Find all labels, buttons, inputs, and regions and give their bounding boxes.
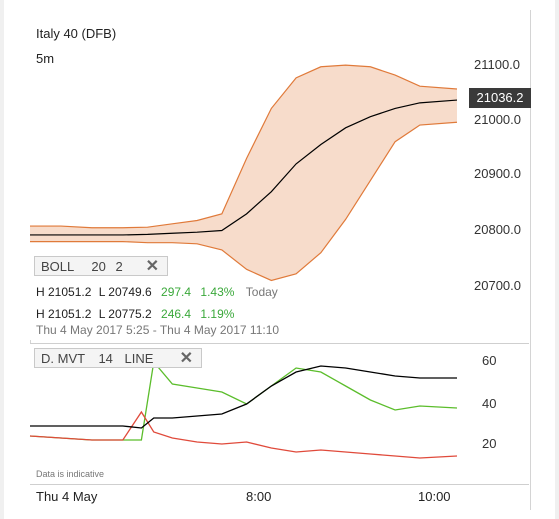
dmvt-label-40: 40 — [482, 396, 497, 411]
dmvt-line-black — [30, 365, 457, 429]
dmvt-period: 14 — [98, 351, 113, 366]
dmvt-line-green — [29, 360, 458, 441]
price-label-5: 20700.0 — [474, 278, 521, 293]
stats-today-row: H 21051.2 L 20749.6 297.4 1.43% Today — [36, 285, 278, 299]
price-label-1: 21100.0 — [474, 57, 521, 72]
boll-period: 20 — [91, 259, 106, 274]
interval-label[interactable]: 5m — [36, 51, 54, 66]
dmvt-label-20: 20 — [482, 436, 497, 451]
dmvt-indicator-chip[interactable]: D. MVT 14 LINE ✕ — [34, 348, 202, 368]
dmvt-label: D. MVT — [41, 351, 85, 366]
price-label-4: 20800.0 — [474, 222, 521, 237]
stats-range-high: H 21051.2 — [36, 307, 92, 321]
dmvt-line-red — [29, 410, 458, 459]
dmvt-label-60: 60 — [482, 353, 497, 368]
close-icon[interactable]: ✕ — [146, 257, 159, 277]
stats-today-low: L 20749.6 — [98, 285, 152, 299]
time-label-date: Thu 4 May — [36, 489, 98, 504]
price-label-2: 21000.0 — [474, 112, 521, 127]
boll-dev: 2 — [115, 259, 123, 274]
stats-range-change: 246.4 — [161, 307, 192, 321]
date-range: Thu 4 May 2017 5:25 - Thu 4 May 2017 11:… — [36, 323, 280, 337]
boll-indicator-chip[interactable]: BOLL 20 2 ✕ — [34, 256, 168, 276]
stats-range-low: L 20775.2 — [98, 307, 152, 321]
stats-today-change: 297.4 — [161, 285, 192, 299]
dmvt-style: LINE — [124, 351, 154, 366]
boll-label: BOLL — [41, 259, 74, 274]
stats-today-pct: 1.43% — [200, 285, 235, 299]
price-label-3: 20900.0 — [474, 166, 521, 181]
current-price-tag: 21036.2 — [469, 88, 531, 108]
stats-range-pct: 1.19% — [200, 307, 235, 321]
time-label-10: 10:00 — [418, 489, 451, 504]
stats-range-row: H 21051.2 L 20775.2 246.4 1.19% — [36, 307, 234, 321]
stats-today-period: Today — [245, 285, 278, 299]
stats-today-high: H 21051.2 — [36, 285, 92, 299]
instrument-title: Italy 40 (DFB) — [36, 26, 117, 41]
disclaimer: Data is indicative — [36, 469, 105, 479]
close-icon[interactable]: ✕ — [180, 349, 193, 369]
time-label-8: 8:00 — [246, 489, 272, 504]
bollinger-band-fill — [30, 65, 457, 281]
